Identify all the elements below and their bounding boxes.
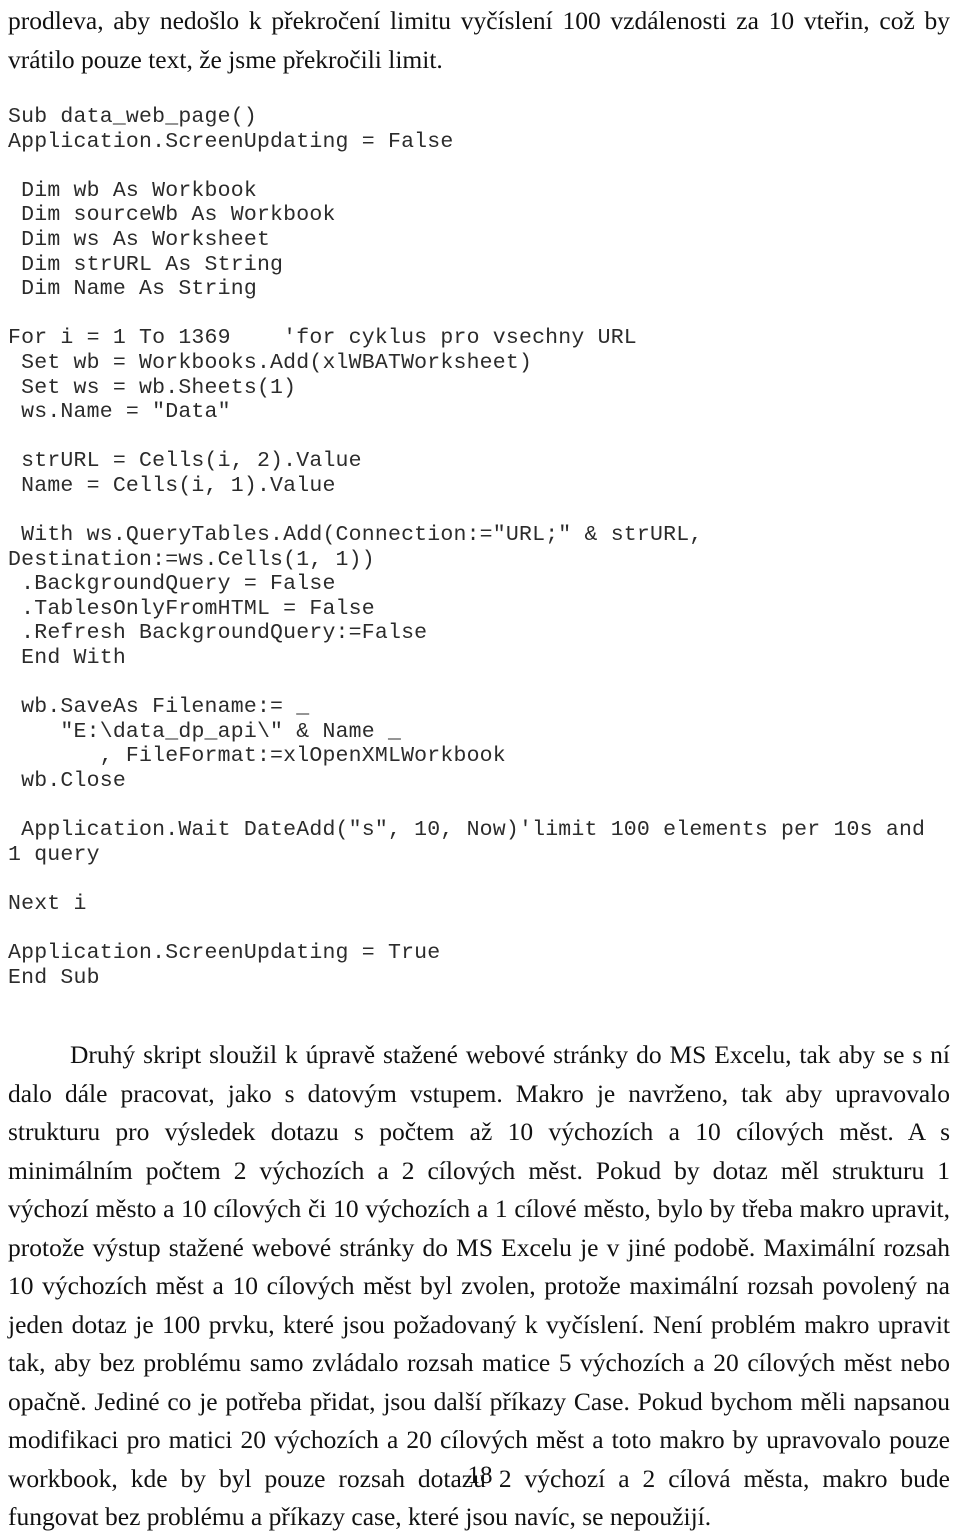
intro-paragraph: prodleva, aby nedošlo k překročení limit… bbox=[8, 6, 950, 74]
code-gap bbox=[8, 671, 950, 696]
code-gap bbox=[8, 154, 950, 179]
code-block-footer: Application.ScreenUpdating = True End Su… bbox=[8, 941, 441, 990]
code-gap bbox=[8, 794, 950, 819]
code-block-next: Next i bbox=[8, 892, 87, 916]
code-block-wait: Application.Wait DateAdd("s", 10, Now)'l… bbox=[8, 818, 939, 867]
code-block-cells: strURL = Cells(i, 2).Value Name = Cells(… bbox=[21, 449, 362, 498]
spacer-before-code bbox=[8, 79, 950, 105]
page-number: 18 bbox=[467, 1462, 493, 1489]
code-block-header: Sub data_web_page() Application.ScreenUp… bbox=[8, 105, 454, 154]
code-gap bbox=[8, 867, 950, 892]
code-block-querytable: With ws.QueryTables.Add(Connection:="URL… bbox=[8, 523, 703, 671]
code-gap bbox=[8, 917, 950, 942]
code-block-saveas: wb.SaveAs Filename:= _ "E:\data_dp_api\"… bbox=[21, 695, 506, 794]
code-gap bbox=[8, 425, 950, 450]
document-page: prodleva, aby nedošlo k překročení limit… bbox=[0, 2, 960, 1531]
code-block-loop-open: For i = 1 To 1369 'for cyklus pro vsechn… bbox=[8, 326, 637, 425]
code-gap bbox=[8, 499, 950, 524]
spacer-after-code bbox=[8, 990, 950, 1036]
code-block-declarations: Dim wb As Workbook Dim sourceWb As Workb… bbox=[21, 178, 336, 302]
code-gap bbox=[8, 302, 950, 327]
code-listing: Sub data_web_page() Application.ScreenUp… bbox=[8, 105, 950, 990]
